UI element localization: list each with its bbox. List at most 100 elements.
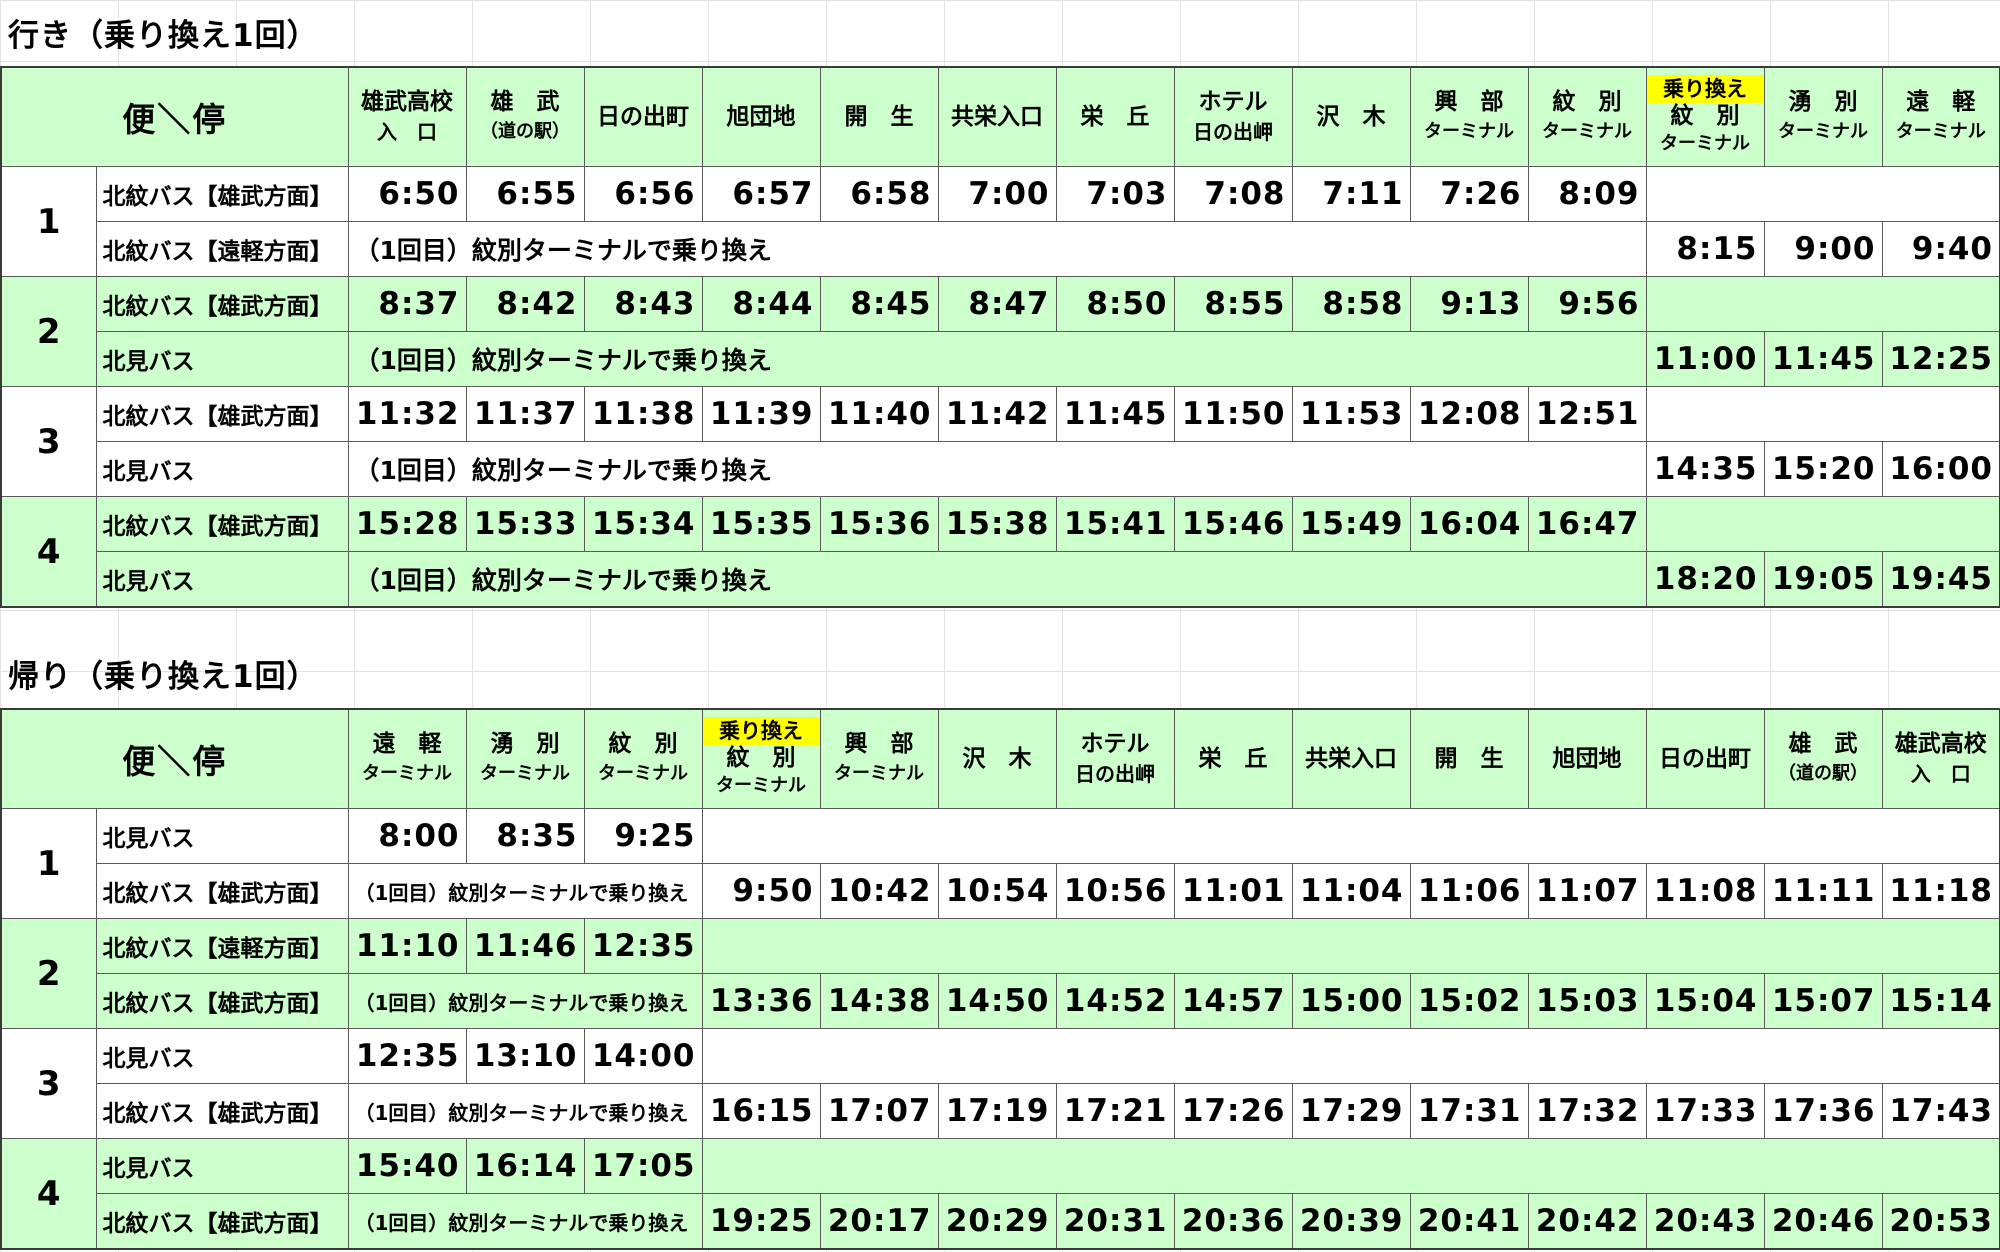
time-cell: 20:17 [819, 1193, 939, 1250]
empty-cell [1645, 276, 2000, 332]
time-cell: 18:20 [1645, 551, 1765, 608]
stop-header: ホテル 日の出岬 [1173, 66, 1293, 167]
bus-line-name: 北紋バス【雄武方面】 [95, 386, 349, 442]
bus-line-name: 北紋バス【遠軽方面】 [95, 918, 349, 974]
bus-line-name: 北紋バス【雄武方面】 [95, 166, 349, 222]
stop-name-line1: 共栄入口 [951, 104, 1043, 130]
bus-line-name: 北紋バス【雄武方面】 [95, 496, 349, 552]
corner-label: 便＼停 [122, 100, 228, 139]
corner-label: 便＼停 [122, 742, 228, 781]
time-cell: 15:14 [1881, 973, 2000, 1029]
stop-name: 栄 丘 [1175, 744, 1291, 774]
time-cell: 7:08 [1173, 166, 1293, 222]
trip-row-second-leg: 北見バス （1回目）紋別ターミナルで乗り換え 18:20 19:05 19:45 [1, 551, 2000, 608]
time-cell: 17:43 [1881, 1083, 2000, 1139]
time-cell: 17:32 [1527, 1083, 1647, 1139]
trip-number: 4 [0, 1138, 97, 1250]
time-cell: 14:38 [819, 973, 939, 1029]
trip-row-first-leg: 2 北紋バス【遠軽方面】 11:10 11:46 12:35 [0, 918, 2000, 1029]
empty-cell [701, 918, 2000, 974]
time-cell: 11:06 [1409, 863, 1529, 919]
time-cell: 11:46 [465, 918, 585, 974]
time-cell: 15:04 [1645, 973, 1765, 1029]
time-cell: 11:00 [1645, 331, 1765, 387]
corner-header: 便＼停 [0, 66, 349, 167]
stop-name: 紋 別ターミナル [585, 729, 701, 789]
empty-cell [701, 1028, 2000, 1084]
time-cell: 17:33 [1645, 1083, 1765, 1139]
stop-name-line2: ターミナル [1542, 121, 1632, 142]
bus-line-name: 北紋バス【雄武方面】 [95, 1193, 349, 1250]
time-cell: 16:47 [1527, 496, 1647, 552]
time-cell: 14:57 [1173, 973, 1293, 1029]
trip-number: 2 [0, 918, 97, 1029]
trip-row-first-leg: 1 北紋バス【雄武方面】 6:50 6:55 6:56 6:57 6:58 7:00 7:03 7… [0, 166, 2000, 277]
time-cell: 7:03 [1055, 166, 1175, 222]
time-cell: 15:36 [819, 496, 939, 552]
header-row: 便＼停遠 軽ターミナル湧 別ターミナル紋 別ターミナル 乗り換え紋 別ターミナル興… [0, 708, 2000, 809]
time-cell: 17:07 [819, 1083, 939, 1139]
stop-name-line1: 紋 別 [1670, 103, 1740, 129]
time-cell: 9:13 [1409, 276, 1529, 332]
stop-header: 共栄入口 [1291, 708, 1411, 809]
stop-name-line2: ターミナル [1895, 121, 1986, 142]
stop-name: 遠 軽ターミナル [349, 729, 465, 789]
time-cell: 11:45 [1763, 331, 1883, 387]
time-cell: 8:09 [1527, 166, 1647, 222]
stop-header: 沢 木 [1291, 66, 1411, 167]
trip-row-first-leg: 4 北紋バス【雄武方面】 15:28 15:33 15:34 15:35 15:36 15:3… [0, 496, 2000, 608]
stop-name-line1: 雄武高校 [1894, 731, 1987, 757]
time-cell: 16:14 [465, 1138, 585, 1194]
stop-name: 開 生 [1411, 744, 1527, 774]
time-cell: 6:56 [583, 166, 703, 222]
stop-header: 開 生 [819, 66, 939, 167]
stop-header: 開 生 [1409, 708, 1529, 809]
time-cell: 14:35 [1645, 441, 1765, 497]
time-cell: 15:00 [1291, 973, 1411, 1029]
stop-name: 興 部ターミナル [821, 729, 937, 789]
stop-header: 共栄入口 [937, 66, 1057, 167]
time-cell: 14:00 [583, 1028, 703, 1084]
trip-row-second-leg: 北紋バス【雄武方面】 （1回目）紋別ターミナルで乗り換え 19:25 20:17 20:… [1, 1193, 2000, 1250]
stop-name: 乗り換え紋 別ターミナル [1647, 75, 1763, 157]
transfer-note: （1回目）紋別ターミナルで乗り換え [347, 973, 703, 1029]
time-cell: 6:50 [347, 166, 467, 222]
time-cell: 20:41 [1409, 1193, 1529, 1250]
stop-name-line1: 雄武高校 [361, 89, 453, 115]
trip-number: 3 [0, 1028, 97, 1139]
stop-name: 栄 丘 [1057, 102, 1173, 132]
time-cell: 11:07 [1527, 863, 1647, 919]
trip-row-first-leg: 3 北見バス 12:35 13:10 14:00 [0, 1028, 2000, 1139]
empty-cell [1645, 496, 2000, 552]
trip-row-first-leg: 1 北見バス 8:00 8:35 9:25 [0, 808, 2000, 919]
time-cell: 20:36 [1173, 1193, 1293, 1250]
time-cell: 20:39 [1291, 1193, 1411, 1250]
time-cell: 12:08 [1409, 386, 1529, 442]
time-cell: 15:28 [347, 496, 467, 552]
stop-header: 乗り換え紋 別ターミナル [1645, 66, 1765, 167]
time-cell: 8:50 [1055, 276, 1175, 332]
bus-line-name: 北紋バス【雄武方面】 [95, 973, 349, 1029]
stop-name: 乗り換え紋 別ターミナル [703, 717, 819, 799]
trip-row-first-leg: 3 北紋バス【雄武方面】 11:32 11:37 11:38 11:39 11:40 11:4… [0, 386, 2000, 497]
stop-name: ホテル 日の出岬 [1057, 729, 1173, 789]
time-cell: 20:43 [1645, 1193, 1765, 1250]
time-cell: 12:25 [1881, 331, 2000, 387]
stop-name: 遠 軽ターミナル [1883, 87, 1999, 147]
trip-row-first-leg: 2 北紋バス【雄武方面】 8:37 8:42 8:43 8:44 8:45 8:47 8:50 8… [0, 276, 2000, 387]
time-cell: 8:15 [1645, 221, 1765, 277]
time-cell: 11:50 [1173, 386, 1293, 442]
trip-number: 3 [0, 386, 97, 497]
stop-header: 栄 丘 [1055, 66, 1175, 167]
outbound-title: 行き（乗り換え1回） [8, 18, 319, 54]
stop-name: 開 生 [821, 102, 937, 132]
stop-name: 湧 別ターミナル [1765, 87, 1881, 147]
time-cell: 11:11 [1763, 863, 1883, 919]
stop-header: ホテル 日の出岬 [1055, 708, 1175, 809]
stop-name: ホテル 日の出岬 [1175, 87, 1291, 147]
time-cell: 17:31 [1409, 1083, 1529, 1139]
trip-row-second-leg: 北紋バス【雄武方面】 （1回目）紋別ターミナルで乗り換え 13:36 14:38 14:… [1, 973, 2000, 1029]
stop-name: 共栄入口 [1293, 744, 1409, 774]
stop-name-line2: ターミナル [1778, 121, 1868, 142]
stop-name-line2: ターミナル [1660, 133, 1750, 154]
